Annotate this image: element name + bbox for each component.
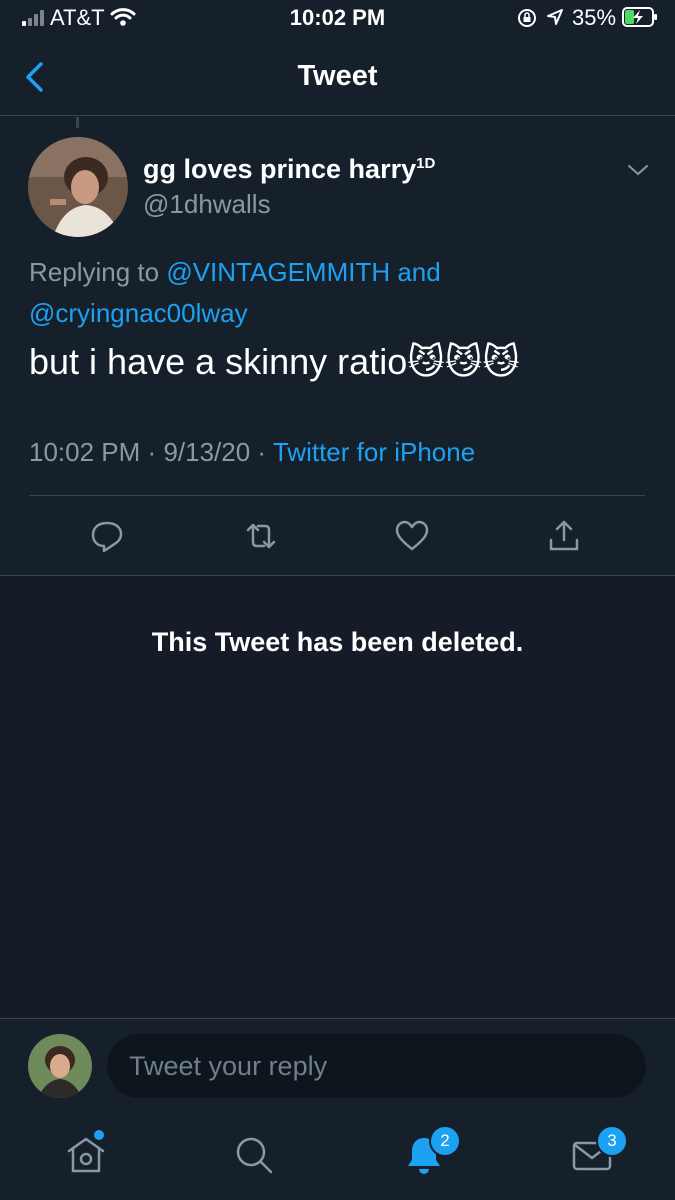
location-arrow-icon bbox=[547, 9, 563, 25]
replying-joiner: and bbox=[397, 257, 441, 287]
name-suffix: 1D bbox=[416, 155, 436, 172]
user-handle[interactable]: @1dhwalls bbox=[143, 189, 271, 220]
avatar[interactable] bbox=[28, 137, 128, 237]
tweet-meta: 10:02 PM · 9/13/20 · Twitter for iPhone bbox=[29, 437, 475, 468]
replying-prefix: Replying to bbox=[29, 257, 160, 287]
meta-separator-2: · bbox=[257, 437, 267, 467]
chevron-down-icon[interactable] bbox=[626, 160, 650, 180]
tweet-date: 9/13/20 bbox=[163, 437, 251, 467]
mention-link-1[interactable]: @VINTAGEMMITH bbox=[166, 257, 390, 287]
like-icon[interactable] bbox=[394, 518, 430, 554]
reply-icon[interactable] bbox=[89, 518, 125, 554]
tweet-text: but i have a skinny ratio😼😼😼 bbox=[29, 341, 520, 382]
search-icon[interactable] bbox=[232, 1133, 276, 1177]
tweet-source[interactable]: Twitter for iPhone bbox=[273, 437, 475, 467]
display-name-text: gg loves prince harry bbox=[143, 154, 417, 184]
reply-input[interactable] bbox=[107, 1034, 646, 1098]
tweet-header: Tweet bbox=[0, 40, 675, 116]
status-bar: AT&T 10:02 PM 35% bbox=[0, 0, 675, 40]
divider bbox=[29, 495, 645, 496]
page-title: Tweet bbox=[297, 60, 378, 92]
thread-line bbox=[76, 117, 79, 128]
rotation-lock-icon bbox=[518, 9, 536, 27]
home-icon[interactable] bbox=[64, 1133, 108, 1177]
messages-badge: 3 bbox=[596, 1125, 628, 1157]
meta-separator-1: · bbox=[147, 437, 157, 467]
battery-percent: 35% bbox=[572, 5, 617, 30]
notifications-badge: 2 bbox=[429, 1125, 461, 1157]
share-icon[interactable] bbox=[546, 518, 582, 554]
tweet-time: 10:02 PM bbox=[29, 437, 141, 467]
deleted-notice: This Tweet has been deleted. bbox=[151, 627, 524, 657]
user-avatar[interactable] bbox=[28, 1034, 92, 1098]
retweet-icon[interactable] bbox=[243, 518, 279, 554]
display-name[interactable]: gg loves prince harry1D bbox=[143, 154, 435, 185]
mention-link-2[interactable]: @cryingnac00lway bbox=[29, 298, 248, 328]
new-content-dot bbox=[94, 1130, 104, 1140]
replying-to: Replying to @VINTAGEMMITH and @cryingnac… bbox=[29, 252, 629, 334]
battery-charging-icon bbox=[622, 7, 657, 27]
